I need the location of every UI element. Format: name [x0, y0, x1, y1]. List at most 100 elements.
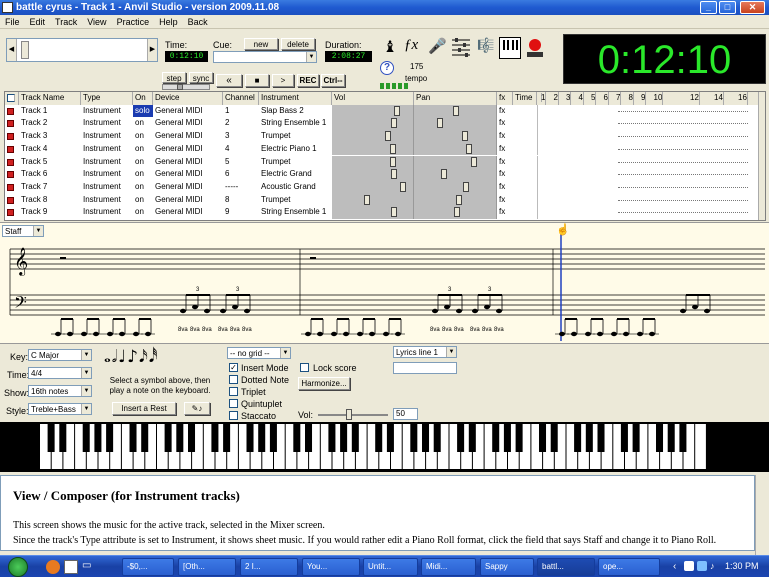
- vol-slider[interactable]: [332, 193, 414, 207]
- cue-select[interactable]: ▼: [213, 51, 317, 63]
- track-channel[interactable]: 9: [223, 206, 259, 219]
- pan-slider[interactable]: [414, 193, 497, 207]
- desktop-icon[interactable]: ▭: [82, 560, 96, 574]
- black-key[interactable]: [328, 424, 336, 452]
- vol-slider[interactable]: [332, 104, 414, 118]
- playhead-hand-icon[interactable]: ☝: [556, 223, 570, 239]
- maximize-button[interactable]: □: [719, 1, 736, 14]
- taskbar-button[interactable]: ope...: [598, 558, 660, 576]
- menu-file[interactable]: File: [0, 15, 25, 29]
- track-device[interactable]: General MIDI: [153, 143, 223, 156]
- black-key[interactable]: [59, 424, 67, 452]
- tray-icon-1[interactable]: [684, 561, 694, 571]
- track-channel[interactable]: 5: [223, 156, 259, 169]
- black-key[interactable]: [515, 424, 523, 452]
- pan-slider[interactable]: [414, 130, 497, 143]
- black-key[interactable]: [550, 424, 558, 452]
- track-channel[interactable]: 2: [223, 117, 259, 130]
- track-row[interactable]: Track 1 Instrument solo General MIDI 1 Slap B…: [5, 104, 760, 118]
- pan-slider[interactable]: [414, 168, 497, 181]
- track-channel[interactable]: 8: [223, 194, 259, 207]
- header-on[interactable]: On: [133, 92, 153, 105]
- track-device[interactable]: General MIDI: [153, 156, 223, 169]
- taskbar-button[interactable]: Sappy: [480, 558, 534, 576]
- time-sig-select[interactable]: 4/4 ▼: [28, 367, 92, 379]
- record-icon[interactable]: [524, 37, 546, 59]
- black-key[interactable]: [620, 424, 628, 452]
- track-instrument[interactable]: Trumpet: [259, 194, 332, 207]
- track-device[interactable]: General MIDI: [153, 117, 223, 130]
- track-instrument[interactable]: String Ensemble 1: [259, 117, 332, 130]
- track-on[interactable]: on: [133, 156, 153, 169]
- black-key[interactable]: [223, 424, 231, 452]
- track-status-icon[interactable]: [7, 158, 14, 166]
- taskbar-button[interactable]: [Oth...: [178, 558, 236, 576]
- slider-right-arrow[interactable]: ▶: [147, 39, 157, 61]
- grid-select[interactable]: -- no grid -- ▼: [227, 347, 291, 359]
- track-type[interactable]: Instrument: [81, 156, 133, 169]
- track-name[interactable]: Track 2: [19, 117, 81, 130]
- black-key[interactable]: [47, 424, 55, 452]
- track-instrument[interactable]: Trumpet: [259, 156, 332, 169]
- black-key[interactable]: [246, 424, 254, 452]
- black-key[interactable]: [422, 424, 430, 452]
- track-fx[interactable]: fx: [497, 206, 513, 219]
- vol-slider[interactable]: [332, 130, 414, 143]
- track-status-icon[interactable]: [7, 171, 14, 179]
- vol-slider[interactable]: [332, 168, 414, 181]
- track-fx[interactable]: fx: [497, 194, 513, 207]
- menu-practice[interactable]: Practice: [112, 15, 155, 29]
- help-scrollbar[interactable]: [755, 475, 769, 555]
- note-head[interactable]: [484, 304, 490, 310]
- vol-value[interactable]: 50: [393, 408, 418, 420]
- track-on[interactable]: on: [133, 130, 153, 143]
- track-instrument[interactable]: Slap Bass 2: [259, 105, 332, 118]
- note-head[interactable]: [232, 304, 238, 310]
- track-fx[interactable]: fx: [497, 117, 513, 130]
- tray-network-icon[interactable]: [697, 561, 707, 571]
- taskbar-button[interactable]: Untit...: [363, 558, 418, 576]
- track-device[interactable]: General MIDI: [153, 194, 223, 207]
- black-key[interactable]: [386, 424, 394, 452]
- track-name[interactable]: Track 9: [19, 206, 81, 219]
- black-key[interactable]: [293, 424, 301, 452]
- track-device[interactable]: General MIDI: [153, 206, 223, 219]
- mixer-icon[interactable]: [450, 37, 472, 59]
- song-position-slider[interactable]: ◀ ▶: [6, 38, 158, 62]
- track-row[interactable]: Track 2 Instrument on General MIDI 2 String E…: [5, 117, 760, 131]
- black-key[interactable]: [585, 424, 593, 452]
- sync-button[interactable]: sync: [189, 72, 213, 83]
- note-head[interactable]: [204, 308, 210, 314]
- black-key[interactable]: [340, 424, 348, 452]
- play-button[interactable]: >: [272, 74, 294, 87]
- track-fx[interactable]: fx: [497, 143, 513, 156]
- piano-icon[interactable]: [499, 37, 521, 59]
- black-key[interactable]: [410, 424, 418, 452]
- triplet-checkbox[interactable]: [229, 387, 238, 396]
- track-type[interactable]: Instrument: [81, 194, 133, 207]
- header-time[interactable]: Time: [513, 92, 537, 105]
- vol-slider[interactable]: [332, 180, 414, 194]
- vol-slider[interactable]: [318, 409, 388, 420]
- menu-view[interactable]: View: [82, 15, 111, 29]
- track-fx[interactable]: fx: [497, 181, 513, 194]
- note-head[interactable]: [192, 304, 198, 310]
- insert-rest-button[interactable]: Insert a Rest: [112, 402, 176, 415]
- note-head[interactable]: [456, 308, 462, 314]
- black-key[interactable]: [258, 424, 266, 452]
- close-button[interactable]: ✕: [740, 1, 765, 14]
- track-channel[interactable]: 3: [223, 130, 259, 143]
- help-icon[interactable]: ?: [380, 61, 394, 75]
- track-row[interactable]: Track 4 Instrument on General MIDI 4 Electric…: [5, 142, 760, 156]
- track-type[interactable]: Instrument: [81, 117, 133, 130]
- staff-notation[interactable]: 𝄞 𝄢 8va 8va 8va38va 8va 8va38va 8va 8va38va 8va…: [0, 223, 769, 343]
- note-head[interactable]: [432, 308, 438, 314]
- track-timeline[interactable]: [537, 206, 759, 219]
- track-type[interactable]: Instrument: [81, 181, 133, 194]
- track-on[interactable]: on: [133, 181, 153, 194]
- track-status-icon[interactable]: [7, 196, 14, 204]
- rewind-button[interactable]: «: [216, 74, 242, 87]
- track-on[interactable]: on: [133, 168, 153, 181]
- stop-button[interactable]: ■: [245, 74, 269, 87]
- menu-help[interactable]: Help: [154, 15, 183, 29]
